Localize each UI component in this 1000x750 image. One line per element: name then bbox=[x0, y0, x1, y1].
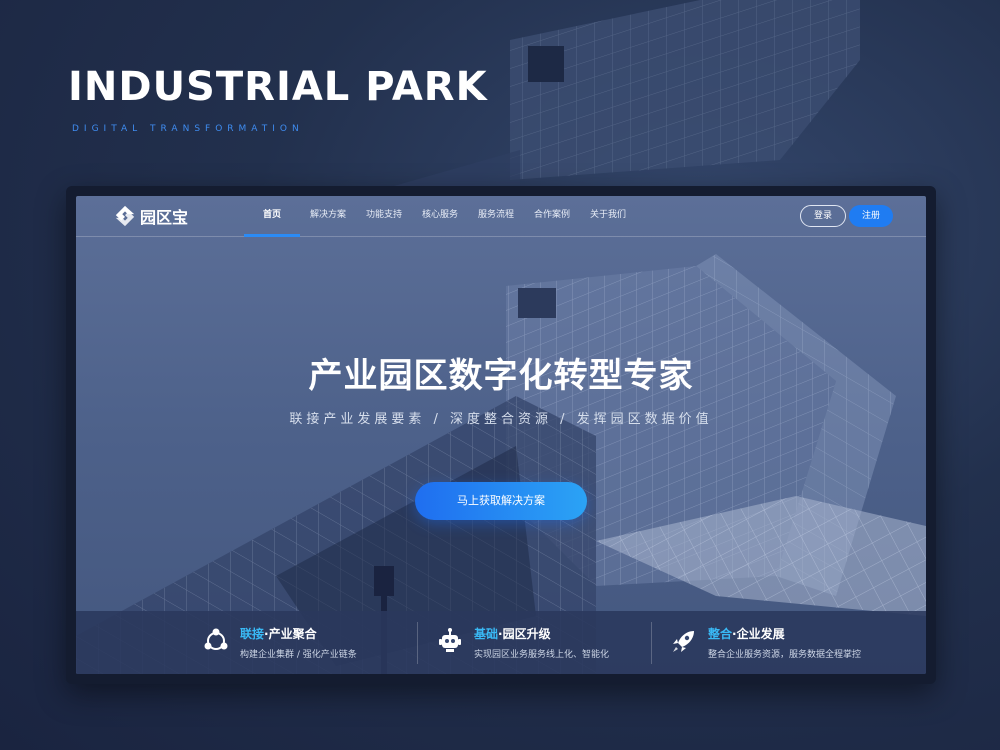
feature-item-foundation: 基础·园区升级 实现园区业务服务线上化、智能化 bbox=[436, 611, 651, 674]
feature-title: ·企业发展 bbox=[732, 627, 785, 641]
poster-subtitle: DIGITAL TRANSFORMATION bbox=[72, 124, 304, 134]
feature-highlight: 整合 bbox=[708, 627, 733, 641]
rocket-icon bbox=[673, 631, 694, 652]
register-button[interactable]: 注册 bbox=[849, 205, 893, 227]
logo[interactable]: 园区宝 bbox=[114, 204, 188, 228]
feature-item-integrate: 整合·企业发展 整合企业服务资源，服务数据全程掌控 bbox=[670, 611, 885, 674]
nav-item-solutions[interactable]: 解决方案 bbox=[300, 196, 356, 236]
login-button[interactable]: 登录 bbox=[800, 205, 846, 227]
feature-description: 构建企业集群 / 强化产业链条 bbox=[240, 650, 357, 660]
feature-description: 整合企业服务资源，服务数据全程掌控 bbox=[708, 650, 862, 660]
feature-bar: 联接·产业聚合 构建企业集群 / 强化产业链条 基础·园区升级 实现园区业务服务… bbox=[76, 611, 926, 674]
connect-icon bbox=[204, 628, 228, 650]
robot-icon bbox=[439, 628, 461, 652]
browser-frame: 园区宝 首页 解决方案 功能支持 核心服务 服务流程 合作案例 关于我们 登录 … bbox=[66, 186, 936, 684]
feature-highlight: 联接 bbox=[240, 627, 265, 641]
brand-name: 园区宝 bbox=[140, 208, 189, 227]
get-solution-button[interactable]: 马上获取解决方案 bbox=[415, 482, 587, 520]
hero-title: 产业园区数字化转型专家 bbox=[308, 356, 694, 396]
feature-item-connect: 联接·产业聚合 构建企业集群 / 强化产业链条 bbox=[202, 611, 417, 674]
feature-description: 实现园区业务服务线上化、智能化 bbox=[474, 650, 610, 660]
nav-item-home[interactable]: 首页 bbox=[244, 196, 300, 237]
feature-title: ·产业聚合 bbox=[264, 627, 317, 641]
nav-item-core-services[interactable]: 核心服务 bbox=[412, 196, 468, 236]
nav-item-features[interactable]: 功能支持 bbox=[356, 196, 412, 236]
top-navigation: 园区宝 首页 解决方案 功能支持 核心服务 服务流程 合作案例 关于我们 登录 … bbox=[76, 196, 926, 237]
nav-menu: 首页 解决方案 功能支持 核心服务 服务流程 合作案例 关于我们 bbox=[244, 196, 636, 237]
logo-icon bbox=[115, 205, 135, 227]
nav-item-service-process[interactable]: 服务流程 bbox=[468, 196, 524, 236]
nav-item-cases[interactable]: 合作案例 bbox=[524, 196, 580, 236]
nav-item-about[interactable]: 关于我们 bbox=[580, 196, 636, 236]
feature-title: ·园区升级 bbox=[498, 627, 551, 641]
feature-highlight: 基础 bbox=[474, 627, 499, 641]
hero-subtitle: 联接产业发展要素 / 深度整合资源 / 发挥园区数据价值 bbox=[289, 412, 713, 427]
poster-title: INDUSTRIAL PARK bbox=[68, 64, 488, 110]
website-screen: 园区宝 首页 解决方案 功能支持 核心服务 服务流程 合作案例 关于我们 登录 … bbox=[76, 196, 926, 674]
hero-building-image bbox=[76, 254, 926, 674]
